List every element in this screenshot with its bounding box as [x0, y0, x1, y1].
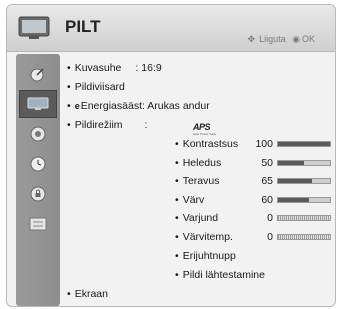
menu-item-aspect-ratio[interactable]: • Kuvasuhe : 16:9 — [67, 62, 162, 74]
setting-level-fill — [278, 179, 312, 183]
bullet-icon: • — [67, 119, 71, 131]
bullet-icon: • — [67, 288, 71, 300]
setting-row-label[interactable]: • Teravus — [175, 175, 219, 187]
setting-level-fill — [278, 198, 310, 202]
setting-value: 0 — [267, 231, 273, 243]
hint-move-label: Liiguta — [259, 34, 286, 44]
setting-value: 50 — [261, 157, 273, 169]
setting-level-bar[interactable] — [277, 178, 331, 184]
setting-row-label[interactable]: • Kontrastsus — [175, 138, 238, 150]
picture-menu-panel: PILT ✥ Liiguta ◉ OK • Kuvasuhe: 16:9 • … — [6, 4, 336, 307]
aspect-ratio-label: Kuvasuhe — [74, 62, 122, 74]
sidebar-item-picture[interactable] — [19, 90, 57, 118]
bullet-icon: • — [175, 138, 179, 150]
menu-item-energy-saving[interactable]: • eEnergiasääst: Arukas andur — [67, 100, 210, 112]
move-arrows-icon: ✥ — [247, 34, 256, 44]
picture-mode-label: Pildirežiim — [74, 119, 123, 131]
screen-label: Ekraan — [74, 288, 108, 300]
bullet-icon: • — [175, 157, 179, 169]
setting-level-bar[interactable] — [277, 160, 331, 166]
sidebar-item-audio[interactable] — [20, 120, 56, 148]
setting-level-bar[interactable] — [277, 197, 331, 203]
picture-wizard-label: Pildiviisard — [74, 81, 125, 93]
ok-button-icon: ◉ — [292, 34, 300, 44]
tv-screen-icon — [27, 97, 49, 110]
speaker-icon — [30, 126, 46, 142]
settings-category-sidebar — [16, 54, 60, 306]
energy-saving-label: Energiasääst: Arukas andur — [80, 100, 210, 112]
expert-control-label: Erijuhtnupp — [182, 250, 236, 262]
setting-level-bar[interactable] — [277, 215, 331, 221]
picture-mode-separator: : — [144, 119, 148, 131]
tv-icon — [18, 16, 50, 39]
setting-name: Kontrastsus — [182, 138, 239, 150]
setting-name: Teravus — [182, 175, 220, 187]
setting-value: 100 — [255, 138, 273, 150]
satellite-dish-icon — [30, 68, 44, 82]
setting-row-label[interactable]: • Heledus — [175, 157, 221, 169]
bullet-icon: • — [175, 231, 179, 243]
bullet-icon: • — [67, 81, 71, 93]
menu-item-picture-wizard[interactable]: • Pildiviisard — [67, 81, 125, 93]
menu-header: PILT ✥ Liiguta ◉ OK — [7, 5, 335, 52]
bullet-icon: • — [175, 212, 179, 224]
setting-row-label[interactable]: • Värv — [175, 194, 204, 206]
sidebar-item-time[interactable] — [20, 150, 56, 178]
setting-row-label[interactable]: • Värvitemp. — [175, 231, 233, 243]
setting-value: 65 — [261, 175, 273, 187]
menu-item-expert-control[interactable]: • Erijuhtnupp — [175, 250, 236, 262]
setting-value: 0 — [267, 212, 273, 224]
options-icon — [29, 217, 47, 231]
energy-leaf-icon: e — [74, 101, 80, 111]
sidebar-item-lock[interactable] — [20, 180, 56, 208]
hint-ok-label: OK — [301, 34, 315, 44]
menu-item-picture-reset[interactable]: • Pildi lähtestamine — [175, 269, 265, 281]
setting-level-bar[interactable] — [277, 234, 331, 240]
setting-value: 60 — [261, 194, 273, 206]
aps-logo: APS Auto Power Save — [193, 122, 217, 136]
setting-name: Värvitemp. — [182, 231, 233, 243]
aps-logo-subtext: Auto Power Save — [193, 132, 217, 136]
picture-reset-label: Pildi lähtestamine — [182, 269, 265, 281]
aspect-ratio-value: : 16:9 — [135, 62, 162, 74]
setting-level-bar[interactable] — [277, 141, 331, 147]
bullet-icon: • — [67, 62, 71, 74]
sidebar-item-options[interactable] — [20, 210, 56, 238]
bullet-icon: • — [175, 269, 179, 281]
navigation-hint: ✥ Liiguta ◉ OK — [244, 34, 315, 45]
menu-item-picture-mode[interactable]: • Pildirežiim: — [67, 119, 147, 131]
setting-name: Varjund — [182, 212, 219, 224]
setting-level-fill — [278, 161, 304, 165]
setting-row-label[interactable]: • Varjund — [175, 212, 218, 224]
setting-name: Heledus — [182, 157, 222, 169]
lock-icon — [30, 186, 46, 202]
bullet-icon: • — [175, 175, 179, 187]
clock-icon — [30, 156, 46, 172]
bullet-icon: • — [175, 250, 179, 262]
setting-level-fill — [278, 142, 330, 146]
bullet-icon: • — [175, 194, 179, 206]
sidebar-item-channels[interactable] — [20, 60, 56, 88]
setting-name: Värv — [182, 194, 205, 206]
menu-title: PILT — [65, 17, 101, 36]
menu-item-screen[interactable]: • Ekraan — [67, 288, 108, 300]
picture-settings-list: • Kuvasuhe: 16:9 • Pildiviisard • eEnergias… — [63, 54, 335, 306]
bullet-icon: • — [67, 100, 71, 112]
